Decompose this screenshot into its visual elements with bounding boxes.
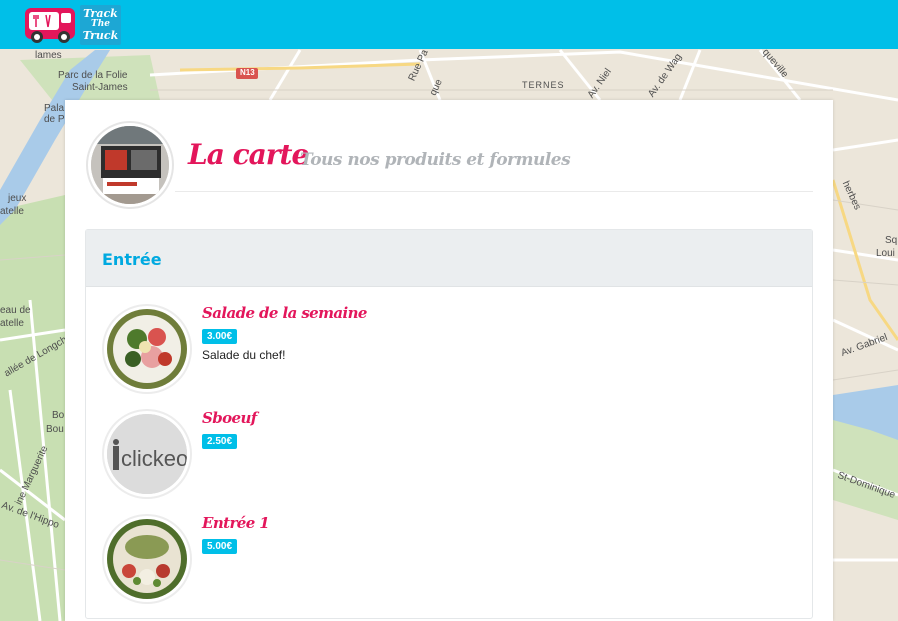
page-title: La carte: [188, 138, 309, 171]
salad-photo: [107, 309, 187, 389]
menu-item[interactable]: Salade de la semaine 3.00€ Salade du che…: [102, 304, 802, 399]
map-label: de P: [44, 114, 65, 125]
truck-avatar: [86, 121, 174, 209]
item-name: Sboeuf: [202, 409, 257, 427]
title-divider: [175, 191, 813, 192]
menu-item[interactable]: Entrée 1 5.00€: [102, 514, 802, 609]
placeholder-logo-image: clickeo: [107, 414, 187, 494]
top-navbar: Track The Truck: [0, 0, 898, 49]
track-the-truck-logo[interactable]: Track The Truck: [80, 5, 121, 45]
price-badge: 5.00€: [202, 539, 238, 554]
map-label: TERNES: [522, 80, 565, 90]
price-badge: 2.50€: [202, 434, 238, 449]
svg-text:clickeo: clickeo: [121, 446, 187, 471]
map-road-shield: N13: [240, 68, 255, 77]
item-description: Salade du chef!: [202, 348, 286, 362]
soup-photo: [107, 519, 187, 599]
map-label: Loui: [876, 248, 895, 259]
map-label: eau de: [0, 305, 31, 316]
food-truck-photo: [91, 126, 169, 204]
map-label: Sq: [885, 235, 898, 246]
map-label: Bou: [46, 424, 64, 435]
logo-word: Truck: [82, 29, 119, 42]
menu-panel: La carte Tous nos produits et formules E…: [65, 100, 833, 621]
logo-word: Track: [83, 7, 118, 20]
section-header: Entrée: [86, 230, 812, 287]
menu-item[interactable]: clickeo Sboeuf 2.50€: [102, 409, 802, 504]
map-label: lames: [35, 50, 62, 61]
section-title: Entrée: [102, 250, 162, 269]
map-label: atelle: [0, 206, 24, 217]
truck-logo-icon[interactable]: [24, 5, 76, 45]
map-label: atelle: [0, 318, 24, 329]
page-subtitle: Tous nos produits et formules: [300, 150, 571, 170]
map-label: Saint-James: [72, 82, 128, 93]
item-name: Entrée 1: [202, 514, 270, 532]
item-name: Salade de la semaine: [202, 304, 367, 322]
item-photo: [102, 304, 192, 394]
item-photo: [102, 514, 192, 604]
item-photo: clickeo: [102, 409, 192, 499]
map-label: Parc de la Folie: [58, 70, 128, 81]
map-label: jeux: [8, 193, 27, 204]
map-label: Bo: [52, 410, 65, 421]
price-badge: 3.00€: [202, 329, 238, 344]
map-label: Pala: [44, 103, 65, 114]
menu-section: Entrée Salade de la semaine 3.00€ Salade…: [85, 229, 813, 619]
